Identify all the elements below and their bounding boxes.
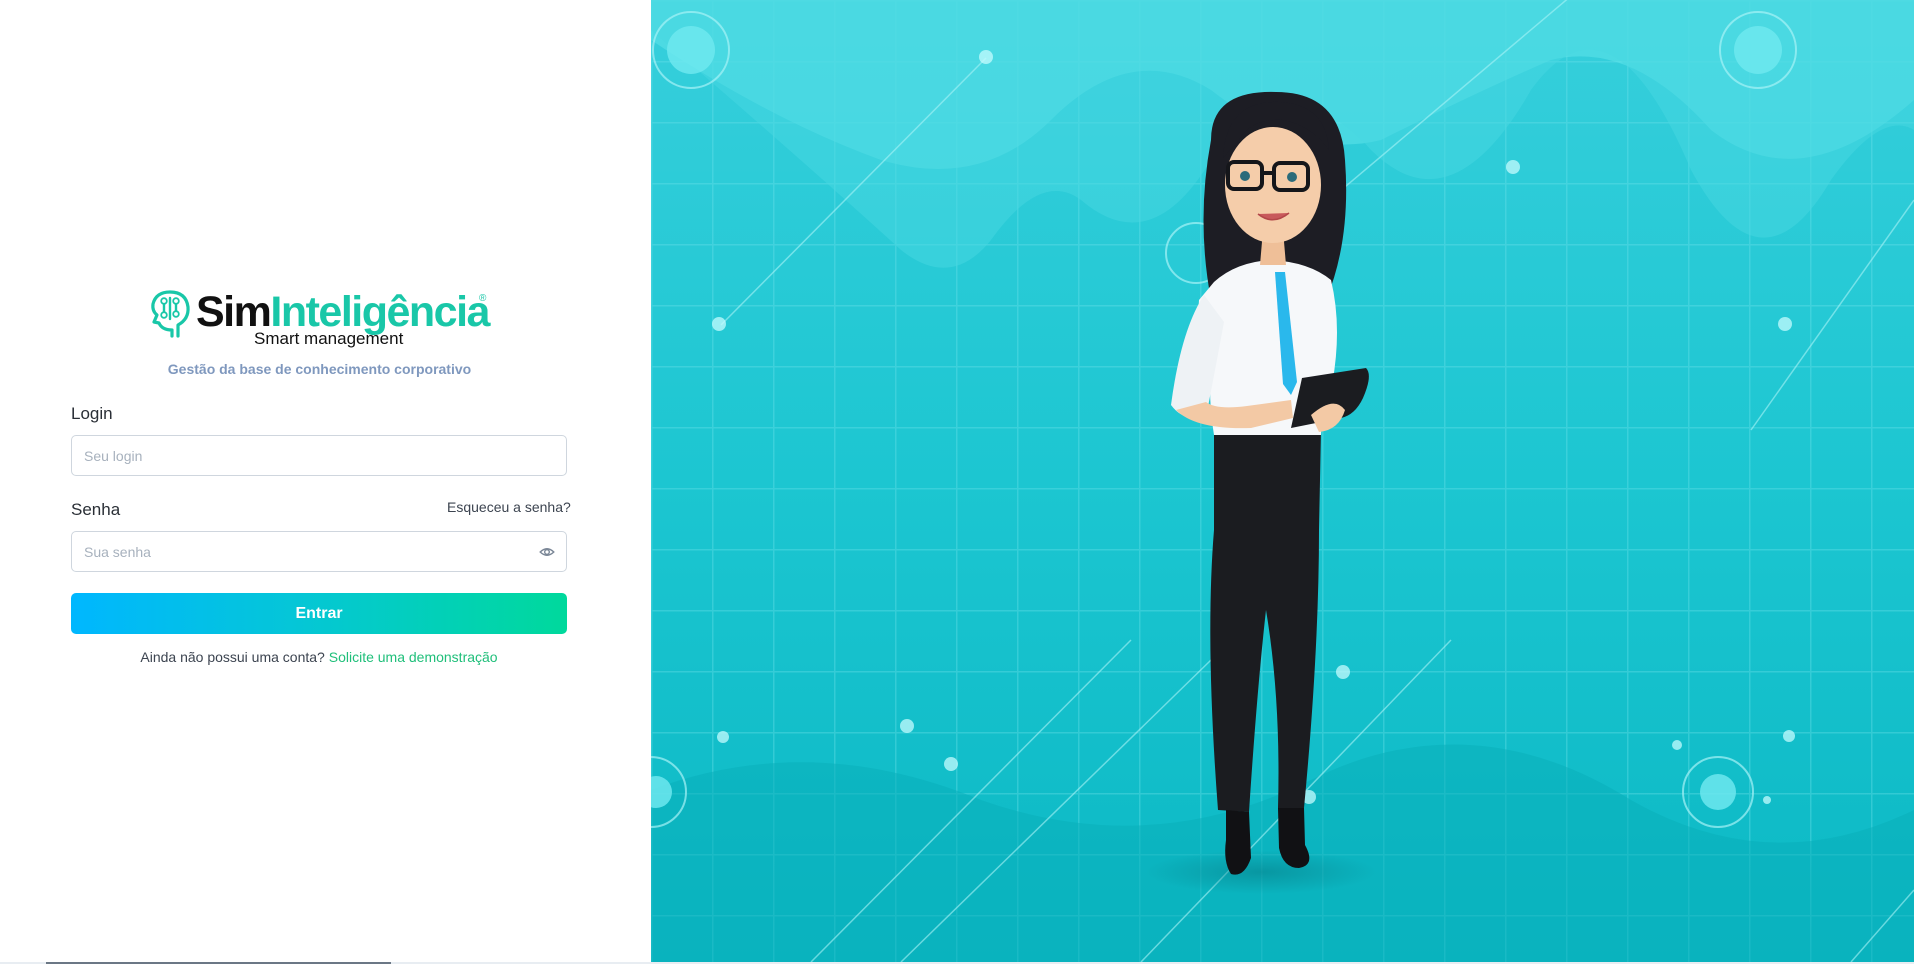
request-demo-link[interactable]: Solicite uma demonstração [329, 649, 498, 665]
brand-logo: SimInteligência ® Smart management [148, 285, 493, 355]
login-field-wrapper [71, 435, 567, 476]
eye-icon[interactable] [539, 544, 555, 560]
login-input[interactable] [72, 436, 566, 475]
brain-circuit-head-icon [151, 290, 190, 338]
login-panel: SimInteligência ® Smart management Gestã… [0, 0, 651, 962]
tagline: Gestão da base de conhecimento corporati… [167, 361, 472, 377]
forgot-password-link[interactable]: Esqueceu a senha? [447, 499, 571, 515]
login-submit-button[interactable]: Entrar [71, 593, 567, 634]
password-label: Senha [71, 500, 121, 519]
brand-subtitle: Smart management [254, 329, 404, 348]
hero-background [651, 0, 1914, 962]
registered-mark: ® [479, 293, 487, 304]
hero-illustration-panel [651, 0, 1914, 962]
login-label: Login [71, 404, 113, 423]
no-account-text: Ainda não possui uma conta? [140, 649, 325, 665]
signup-prompt: Ainda não possui uma conta? Solicite uma… [71, 649, 567, 665]
password-field-wrapper [71, 531, 567, 572]
password-input[interactable] [72, 532, 566, 571]
